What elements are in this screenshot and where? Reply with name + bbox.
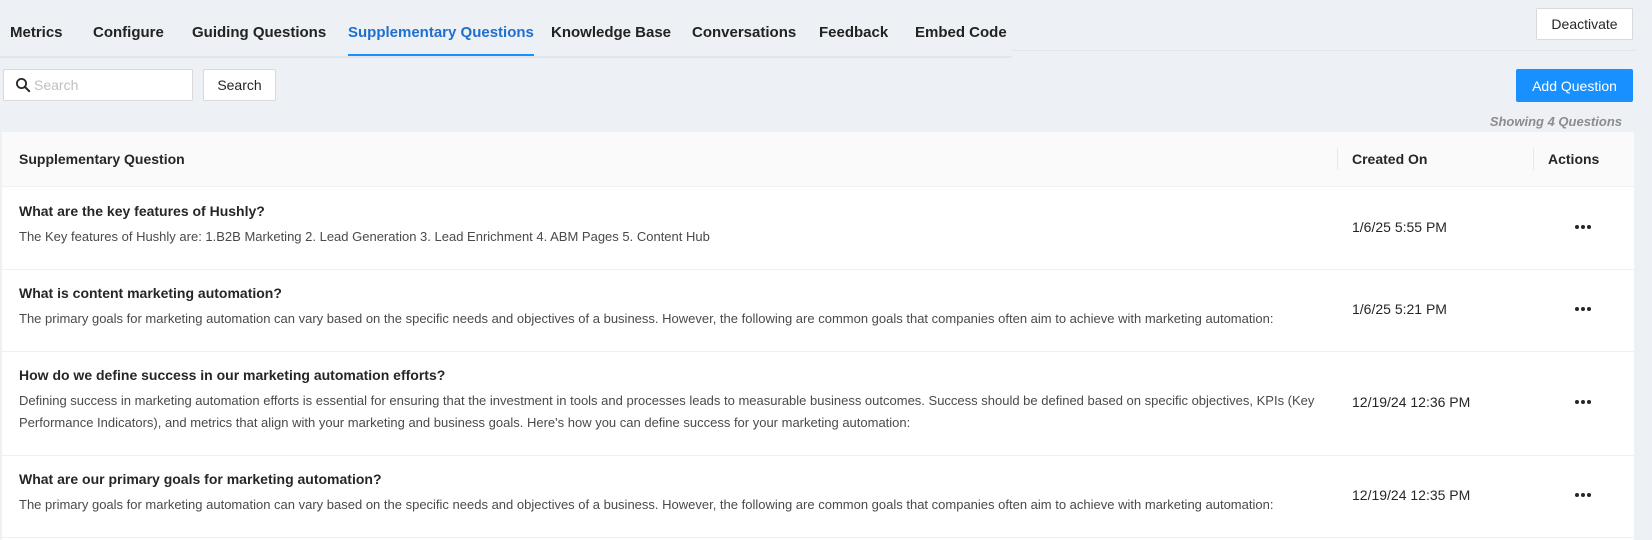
question-title: What is content marketing automation?: [19, 285, 282, 301]
questions-table: Supplementary Question Created On Action…: [2, 132, 1634, 540]
results-count: Showing 4 Questions: [1489, 114, 1622, 129]
more-horizontal-icon[interactable]: [1574, 396, 1594, 408]
tab-supplementary-questions[interactable]: Supplementary Questions: [348, 0, 534, 56]
tab-configure[interactable]: Configure: [93, 0, 164, 56]
tab-embed-code[interactable]: Embed Code: [915, 0, 1007, 56]
tab-metrics[interactable]: Metrics: [10, 0, 63, 56]
column-header-question[interactable]: Supplementary Question: [19, 132, 185, 187]
tab-bar: Metrics Configure Guiding Questions Supp…: [0, 0, 1012, 58]
question-title: What are our primary goals for marketing…: [19, 471, 382, 487]
tab-conversations[interactable]: Conversations: [692, 0, 796, 56]
created-on: 12/19/24 12:35 PM: [1352, 487, 1471, 503]
more-horizontal-icon[interactable]: [1574, 303, 1594, 315]
table-row[interactable]: What are our primary goals for marketing…: [2, 456, 1634, 538]
more-horizontal-icon[interactable]: [1574, 221, 1594, 233]
question-title: How do we define success in our marketin…: [19, 367, 446, 383]
question-title: What are the key features of Hushly?: [19, 203, 265, 219]
search-input[interactable]: [34, 70, 189, 100]
table-header: Supplementary Question Created On Action…: [2, 132, 1634, 187]
column-header-actions: Actions: [1548, 151, 1600, 167]
tab-feedback[interactable]: Feedback: [819, 0, 888, 56]
search-button[interactable]: Search: [203, 69, 276, 101]
page: Metrics Configure Guiding Questions Supp…: [0, 0, 1652, 540]
column-divider: [1533, 148, 1534, 170]
search-icon: [16, 78, 31, 93]
tab-guiding-questions[interactable]: Guiding Questions: [192, 0, 326, 56]
header-divider: [1012, 50, 1636, 51]
add-question-button[interactable]: Add Question: [1516, 69, 1633, 102]
question-answer: The primary goals for marketing automati…: [19, 497, 1274, 512]
created-on: 1/6/25 5:55 PM: [1352, 219, 1447, 235]
tab-knowledge-base[interactable]: Knowledge Base: [551, 0, 671, 56]
question-answer: Defining success in marketing automation…: [19, 393, 1315, 430]
column-divider: [1337, 148, 1338, 170]
table-row[interactable]: What is content marketing automation? Th…: [2, 270, 1634, 352]
column-header-created-on[interactable]: Created On: [1352, 132, 1427, 187]
search-field[interactable]: [3, 69, 193, 101]
created-on: 1/6/25 5:21 PM: [1352, 301, 1447, 317]
created-on: 12/19/24 12:36 PM: [1352, 394, 1471, 410]
more-horizontal-icon[interactable]: [1574, 489, 1594, 501]
deactivate-button[interactable]: Deactivate: [1536, 8, 1633, 40]
table-row[interactable]: What are the key features of Hushly? The…: [2, 188, 1634, 270]
question-answer: The primary goals for marketing automati…: [19, 311, 1274, 326]
table-row[interactable]: How do we define success in our marketin…: [2, 352, 1634, 456]
question-answer: The Key features of Hushly are: 1.B2B Ma…: [19, 229, 710, 244]
